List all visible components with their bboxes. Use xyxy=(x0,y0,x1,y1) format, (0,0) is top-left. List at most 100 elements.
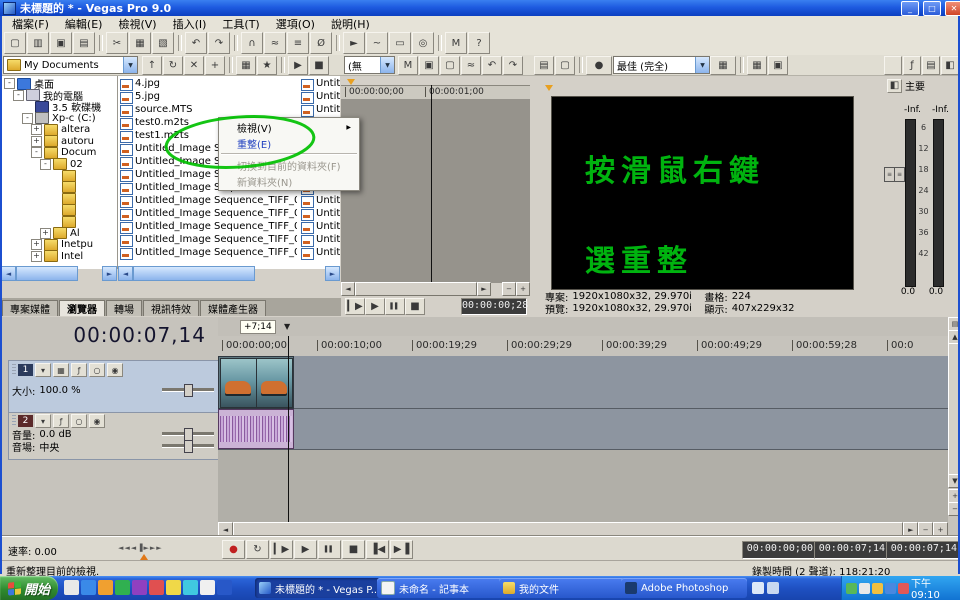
tree-item[interactable]: -Docum xyxy=(1,147,117,159)
go-to-start-button[interactable]: ▐◀ xyxy=(366,540,389,559)
automation-settings-button[interactable]: ▾ xyxy=(35,363,51,377)
volume-slider[interactable] xyxy=(162,432,214,436)
video-preview-screen[interactable] xyxy=(551,96,854,290)
file-item[interactable]: Untitled_Image Sequence_TIFF_000007.tiff… xyxy=(118,234,340,247)
stop-button[interactable]: ■ xyxy=(405,298,425,315)
pause-button[interactable]: ▌▌ xyxy=(318,540,341,559)
size-value[interactable]: 100.0 % xyxy=(39,385,80,396)
add-favorite-button[interactable]: ★ xyxy=(257,56,277,75)
cursor-head-icon[interactable]: ▼ xyxy=(284,322,290,331)
redo-button[interactable]: ↷ xyxy=(208,32,230,54)
loop-playback-button[interactable]: ↻ xyxy=(246,540,269,559)
tree-item[interactable] xyxy=(1,216,117,228)
master-bus-header[interactable]: ◧ 主要 xyxy=(887,78,925,93)
menu-edit[interactable]: 編輯(E) xyxy=(57,16,111,32)
tab-video-fx[interactable]: 視訊特效 xyxy=(143,300,199,316)
quick-launch-icon[interactable] xyxy=(132,580,147,595)
pause-button[interactable]: ▌▌ xyxy=(385,298,405,315)
chevron-down-icon[interactable]: ▼ xyxy=(123,57,137,73)
video-track-lane[interactable] xyxy=(218,356,948,409)
tab-transitions[interactable]: 轉場 xyxy=(106,300,142,316)
preview-properties-button[interactable]: ▤ xyxy=(534,56,554,75)
scroll-right-icon[interactable]: ► xyxy=(325,266,340,281)
taskbar-task-documents[interactable]: 我的文件 xyxy=(499,578,625,598)
expand-toggle[interactable]: - xyxy=(40,159,51,170)
size-slider[interactable] xyxy=(162,388,214,392)
record-button[interactable]: ● xyxy=(222,540,245,559)
file-item[interactable]: Untitled_Image Sequence_TIFF_000004.tiff… xyxy=(118,195,340,208)
trimmer-scrollbar[interactable]: ◄ ► − + xyxy=(341,283,530,295)
context-menu-new-folder[interactable]: 新資料夾(N) xyxy=(219,173,359,189)
marker-bar[interactable]: +7;14 ▼ xyxy=(218,317,948,337)
meter-peak-right[interactable]: -Inf. xyxy=(923,105,949,115)
refresh-button[interactable]: ↻ xyxy=(163,56,183,75)
stop-preview-button[interactable]: ■ xyxy=(309,56,329,75)
play-from-start-button[interactable]: ▎▶ xyxy=(345,298,365,315)
tab-project-media[interactable]: 專案媒體 xyxy=(2,300,58,316)
track-motion-button[interactable]: ▦ xyxy=(53,363,69,377)
tree-item[interactable] xyxy=(1,193,117,205)
solo-button[interactable]: ◉ xyxy=(107,363,123,377)
taskbar-task-notepad[interactable]: 未命名 - 記事本 xyxy=(377,578,503,598)
context-menu-refresh[interactable]: 重整(E) xyxy=(219,135,359,151)
tray-icon[interactable] xyxy=(898,583,909,594)
save-project-button[interactable]: ▣ xyxy=(50,32,72,54)
scrollbar-thumb[interactable] xyxy=(133,266,255,281)
chevron-down-icon[interactable]: ▼ xyxy=(695,57,709,73)
menu-help[interactable]: 說明(H) xyxy=(323,16,378,32)
save-markers-button[interactable]: ▣ xyxy=(419,56,439,75)
overlays-dropdown-button[interactable]: ● xyxy=(586,56,612,75)
tree-scrollbar[interactable]: ◄ ► xyxy=(1,267,117,280)
tree-item[interactable]: -02 xyxy=(1,159,117,171)
tree-item[interactable]: 3.5 軟碟機 xyxy=(1,101,117,113)
menu-file[interactable]: 檔案(F) xyxy=(4,16,57,32)
new-folder-button[interactable]: + xyxy=(205,56,225,75)
clock[interactable]: 下午 09:10 xyxy=(911,575,956,600)
fader-value-left[interactable]: 0.0 xyxy=(897,287,919,297)
lock-envelopes-button[interactable]: ≡ xyxy=(287,32,309,54)
quick-launch-icon[interactable] xyxy=(166,580,181,595)
scroll-right-icon[interactable]: ► xyxy=(477,282,491,296)
show-desktop-icon[interactable] xyxy=(64,580,79,595)
menu-insert[interactable]: 插入(I) xyxy=(165,16,215,32)
auto-ripple-button[interactable]: ≈ xyxy=(264,32,286,54)
file-list-scrollbar[interactable]: ◄ ► xyxy=(118,267,340,280)
meter-peak-left[interactable]: -Inf. xyxy=(895,105,921,115)
scrollbar-thumb[interactable] xyxy=(355,282,477,296)
project-properties-button[interactable]: ▤ xyxy=(73,32,95,54)
scroll-right-icon[interactable]: ► xyxy=(903,522,918,536)
play-button[interactable]: ▶ xyxy=(294,540,317,559)
media-player-icon[interactable] xyxy=(98,580,113,595)
scroll-left-icon[interactable]: ◄ xyxy=(218,522,233,536)
preview-quality-dropdown[interactable]: 最佳 (完全) ▼ xyxy=(613,56,710,74)
expand-toggle[interactable]: + xyxy=(40,228,51,239)
copy-frame-button[interactable]: ▦ xyxy=(747,56,767,75)
cursor-time-field[interactable]: 00:00:00;00 xyxy=(742,541,818,559)
history-back-button[interactable]: ↶ xyxy=(482,56,502,75)
history-forward-button[interactable]: ↷ xyxy=(503,56,523,75)
expand-toggle[interactable]: - xyxy=(4,78,15,89)
fader-handle[interactable]: ≡ xyxy=(894,167,905,182)
menu-options[interactable]: 選項(O) xyxy=(268,16,323,32)
slider-thumb[interactable] xyxy=(184,440,193,453)
external-monitor-button[interactable]: ▢ xyxy=(555,56,575,75)
selection-length-field[interactable]: 00:00:07;14 xyxy=(886,541,960,559)
selection-end-field[interactable]: 00:00:07;14 xyxy=(814,541,890,559)
tree-item[interactable]: +altera xyxy=(1,124,117,136)
language-bar-icon[interactable] xyxy=(752,582,764,594)
whats-this-help-button[interactable]: ? xyxy=(468,32,490,54)
zoom-in-icon[interactable]: + xyxy=(933,522,948,536)
downmix-button[interactable]: ◧ xyxy=(941,56,959,75)
show-audio-button[interactable]: ≈ xyxy=(461,56,481,75)
save-frame-button[interactable]: ▣ xyxy=(768,56,788,75)
close-button[interactable]: ✕ xyxy=(945,1,960,16)
insert-bus-button[interactable] xyxy=(884,56,902,75)
file-item[interactable]: 5.jpgUntitl xyxy=(118,91,340,104)
play-button[interactable]: ▶ xyxy=(365,298,385,315)
rate-scrubber[interactable]: ◄◄◄▐►►► xyxy=(118,544,163,552)
stop-button[interactable]: ■ xyxy=(342,540,365,559)
quick-launch-icon[interactable] xyxy=(149,580,164,595)
minimize-button[interactable]: _ xyxy=(901,1,919,16)
file-item[interactable]: 4.jpgUntitl xyxy=(118,78,340,91)
envelope-tool-button[interactable]: ~ xyxy=(366,32,388,54)
